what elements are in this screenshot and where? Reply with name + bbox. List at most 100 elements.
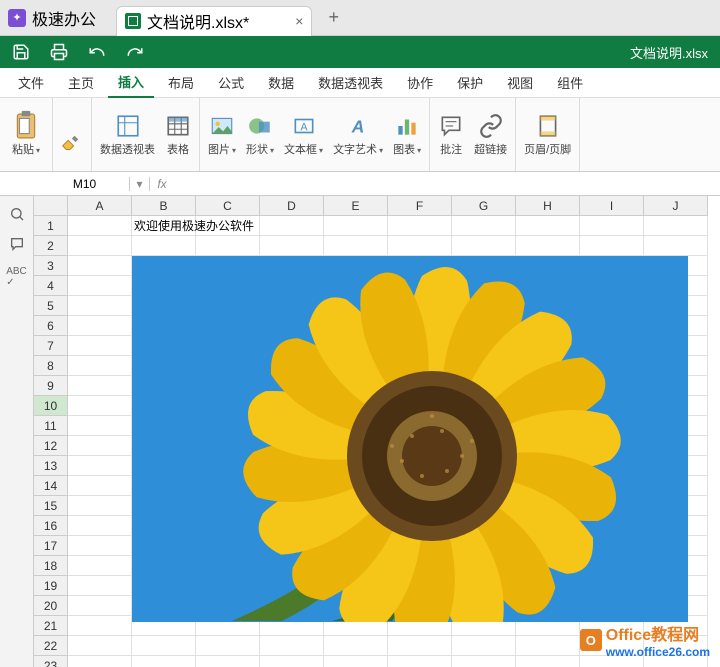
row-header[interactable]: 3 [34,256,68,276]
cell[interactable] [388,236,452,256]
row-header[interactable]: 2 [34,236,68,256]
row-header[interactable]: 9 [34,376,68,396]
row-header[interactable]: 7 [34,336,68,356]
column-header[interactable]: H [516,196,580,216]
cell[interactable] [260,656,324,667]
row-header[interactable]: 19 [34,576,68,596]
cell[interactable] [68,656,132,667]
row-header[interactable]: 18 [34,556,68,576]
menu-tab-3[interactable]: 布局 [158,68,204,97]
comment-button[interactable]: 批注 [438,113,464,157]
column-header[interactable]: D [260,196,324,216]
close-tab-button[interactable]: × [295,13,303,29]
row-header[interactable]: 13 [34,456,68,476]
table-button[interactable]: 表格 [165,113,191,157]
header-footer-button[interactable]: 页眉/页脚 [524,113,571,157]
fx-icon[interactable]: fx [150,177,174,191]
cell[interactable] [196,636,260,656]
cell[interactable] [260,216,324,236]
shape-button[interactable]: 形状 [246,113,274,157]
menu-tab-4[interactable]: 公式 [208,68,254,97]
cell[interactable] [580,236,644,256]
row-header[interactable]: 21 [34,616,68,636]
row-header[interactable]: 8 [34,356,68,376]
cell[interactable] [324,656,388,667]
cell[interactable] [388,636,452,656]
cell[interactable] [580,216,644,236]
cell[interactable] [68,236,132,256]
cell[interactable] [68,556,132,576]
row-header[interactable]: 1 [34,216,68,236]
menu-tab-2[interactable]: 插入 [108,67,154,98]
grid[interactable]: ABCDEFGHIJ 12345678910111213141516171819… [34,196,720,667]
cell[interactable] [516,236,580,256]
cell[interactable]: 欢迎使用极速办公软件 [132,216,196,236]
embedded-image[interactable] [132,256,688,622]
cell[interactable] [132,656,196,667]
row-header[interactable]: 4 [34,276,68,296]
row-header[interactable]: 10 [34,396,68,416]
cell[interactable] [196,236,260,256]
cell[interactable] [644,216,708,236]
textbox-button[interactable]: A 文本框 [284,113,323,157]
cell[interactable] [68,256,132,276]
menu-tab-1[interactable]: 主页 [58,68,104,97]
cell[interactable] [68,616,132,636]
column-header[interactable]: I [580,196,644,216]
paste-button[interactable]: 粘贴 [12,113,40,157]
document-tab[interactable]: 文档说明.xlsx* × [116,6,312,36]
cell[interactable] [452,636,516,656]
cell[interactable] [516,636,580,656]
cell[interactable] [452,236,516,256]
cell[interactable] [260,636,324,656]
cell[interactable] [68,636,132,656]
cell[interactable] [644,236,708,256]
cell[interactable] [68,296,132,316]
row-header[interactable]: 16 [34,516,68,536]
cell[interactable] [68,576,132,596]
select-all-corner[interactable] [34,196,68,216]
cell[interactable] [196,216,260,236]
row-header[interactable]: 5 [34,296,68,316]
row-header[interactable]: 6 [34,316,68,336]
cell[interactable] [324,636,388,656]
cell[interactable] [68,356,132,376]
menu-tab-5[interactable]: 数据 [258,68,304,97]
comments-panel-icon[interactable] [9,236,25,252]
cell[interactable] [516,656,580,667]
pivot-table-button[interactable]: 数据透视表 [100,113,155,157]
row-header[interactable]: 12 [34,436,68,456]
menu-tab-9[interactable]: 视图 [497,68,543,97]
undo-icon[interactable] [88,43,106,61]
cell[interactable] [324,236,388,256]
row-header[interactable]: 22 [34,636,68,656]
save-icon[interactable] [12,43,30,61]
print-icon[interactable] [50,43,68,61]
new-tab-button[interactable]: + [328,7,339,28]
menu-tab-6[interactable]: 数据透视表 [308,68,393,97]
cell[interactable] [324,216,388,236]
spellcheck-icon[interactable]: ABC✓ [6,266,27,288]
column-header[interactable]: B [132,196,196,216]
cell[interactable] [452,656,516,667]
cell[interactable] [68,376,132,396]
menu-tab-0[interactable]: 文件 [8,68,54,97]
row-header[interactable]: 15 [34,496,68,516]
cell[interactable] [68,476,132,496]
cell[interactable] [260,236,324,256]
cell[interactable] [516,216,580,236]
wordart-button[interactable]: A 文字艺术 [333,113,383,157]
cell[interactable] [68,596,132,616]
cell[interactable] [132,236,196,256]
cell[interactable] [388,656,452,667]
cell[interactable] [68,516,132,536]
menu-tab-10[interactable]: 组件 [547,68,593,97]
column-header[interactable]: G [452,196,516,216]
cell[interactable] [132,636,196,656]
hyperlink-button[interactable]: 超链接 [474,113,507,157]
row-header[interactable]: 14 [34,476,68,496]
image-button[interactable]: 图片 [208,113,236,157]
cell[interactable] [196,656,260,667]
cell[interactable] [68,536,132,556]
row-header[interactable]: 17 [34,536,68,556]
